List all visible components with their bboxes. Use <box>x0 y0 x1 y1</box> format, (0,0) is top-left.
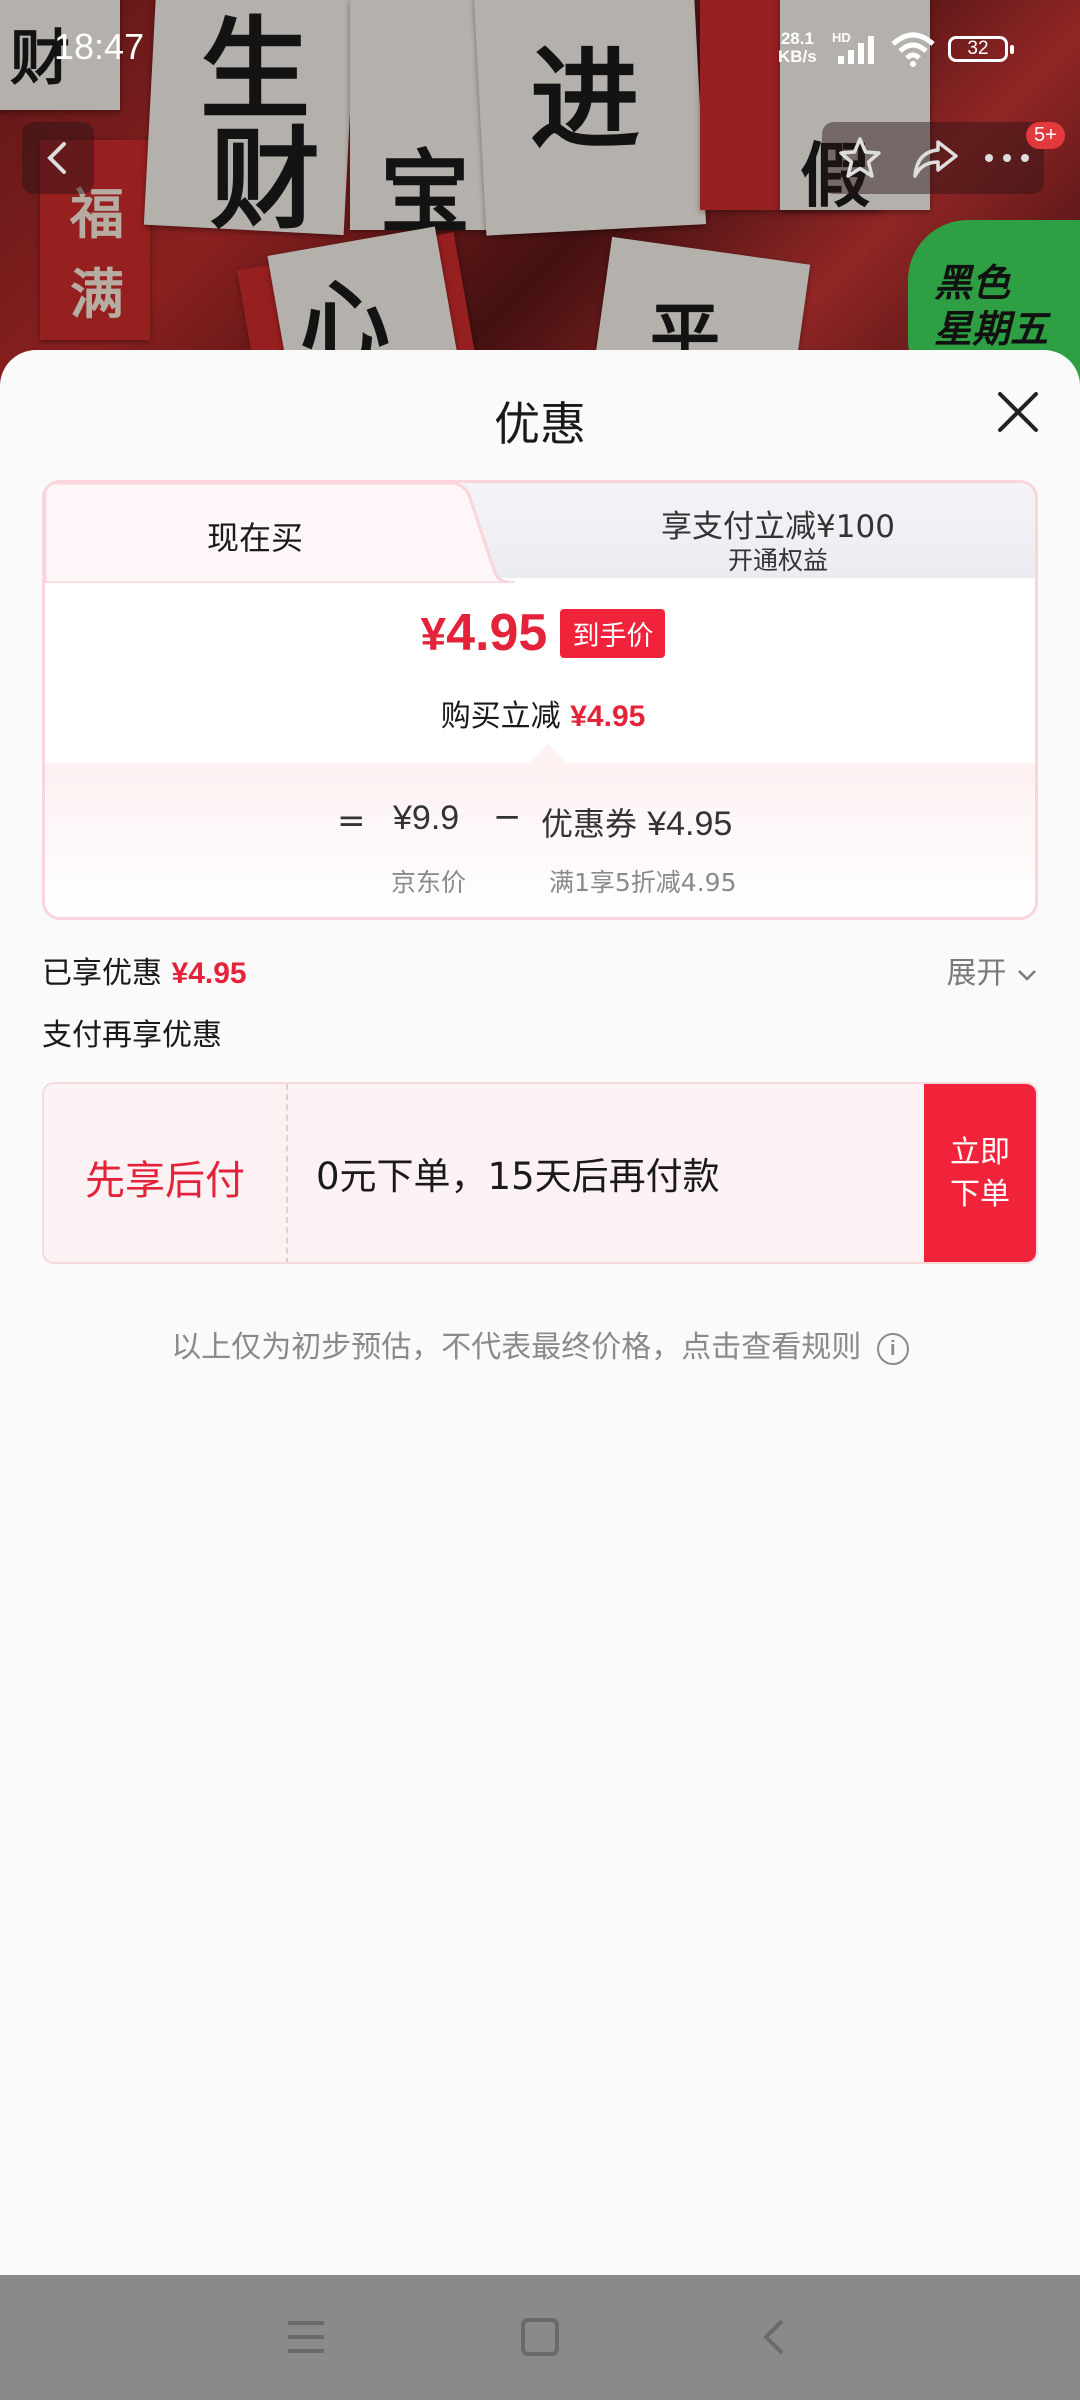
more-icon[interactable] <box>982 148 1032 168</box>
reduce-value: ¥4.95 <box>570 700 646 733</box>
status-time: 18:47 <box>54 26 145 67</box>
battery-indicator: 32 <box>948 36 1014 62</box>
bnpl-desc: 0元下单，15天后再付款 <box>316 1155 720 1198</box>
back-button[interactable] <box>22 122 94 194</box>
jd-price-label: 京东价 <box>391 868 467 897</box>
tab-pay-discount-sub: 开通权益 <box>727 546 828 575</box>
enjoyed-label: 已享优惠 <box>42 956 162 991</box>
jd-price: ¥9.9 <box>393 799 460 837</box>
promo-line-1: 黑色 <box>934 261 1011 305</box>
rules-note[interactable]: 以上仅为初步预估，不代表最终价格，点击查看规则 i <box>0 1322 1080 1366</box>
tab-buy-now-label: 现在买 <box>206 519 303 557</box>
coupon-value: ¥4.95 <box>647 805 733 843</box>
promo-line-2: 星期五 <box>934 307 1049 351</box>
purchase-reduce-row: 购买立减 ¥4.95 <box>45 691 1035 735</box>
speed-value: 28.1 <box>780 29 814 48</box>
final-price-row: ¥4.95 到手价 <box>45 603 1035 663</box>
tab-bar: 现在买 享支付立减¥100 开通权益 <box>45 483 1035 583</box>
expand-button[interactable]: 展开 <box>946 948 1038 992</box>
network-speed: 28.1 KB/s <box>778 30 817 66</box>
chevron-left-icon <box>47 142 66 174</box>
pay-again-title: 支付再享优惠 <box>42 1018 222 1053</box>
star-icon[interactable] <box>836 134 884 182</box>
minus-sign: − <box>493 797 522 837</box>
signal-icon <box>838 36 874 64</box>
discount-sheet: 优惠 现在买 享支付立减¥100 开通权益 ¥4.95 到手价 购买立减 ¥4.… <box>0 350 1080 2275</box>
final-amount: 4.95 <box>446 604 548 662</box>
coupon-amount: 优惠券 ¥4.95 <box>541 799 732 845</box>
order-now-button[interactable]: 立即下单 <box>924 1084 1036 1262</box>
coupon-desc: 满1享5折减4.95 <box>549 868 737 897</box>
equals-sign: = <box>337 801 366 841</box>
reduce-label: 购买立减 <box>440 699 561 734</box>
expand-label: 展开 <box>946 956 1007 991</box>
final-price: ¥4.95 <box>421 603 548 663</box>
enjoyed-value: ¥4.95 <box>171 957 247 990</box>
coupon-label: 优惠券 <box>541 805 638 843</box>
currency-symbol: ¥ <box>420 608 447 660</box>
back-nav-icon[interactable] <box>756 2317 792 2357</box>
price-breakdown: = ¥9.9 − 优惠券 ¥4.95 京东价 满1享5折减4.95 <box>45 743 1035 917</box>
bnpl-card[interactable]: 先享后付 0元下单，15天后再付款 立即下单 <box>42 1082 1038 1264</box>
close-icon[interactable] <box>994 388 1042 436</box>
wifi-icon <box>891 32 935 67</box>
bnpl-title: 先享后付 <box>85 1158 245 1204</box>
status-bar: 18:47 28.1 KB/s HD 32 <box>0 0 1080 100</box>
final-price-tag: 到手价 <box>560 608 666 658</box>
chevron-down-icon <box>1018 969 1036 981</box>
breakdown-notch <box>529 743 567 781</box>
menu-icon[interactable] <box>286 2319 326 2355</box>
home-icon[interactable] <box>520 2317 560 2357</box>
rules-note-text: 以上仅为初步预估，不代表最终价格，点击查看规则 <box>171 1330 862 1365</box>
price-panel: 现在买 享支付立减¥100 开通权益 ¥4.95 到手价 购买立减 ¥4.95 … <box>42 480 1038 920</box>
enjoyed-discount: 已享优惠 ¥4.95 <box>42 948 247 992</box>
tab-pay-discount-label: 享支付立减¥100 <box>661 509 895 545</box>
system-nav-bar <box>0 2275 1080 2400</box>
action-bar <box>822 122 1044 194</box>
order-now-label: 立即下单 <box>950 1135 1010 1212</box>
bnpl-title-block: 先享后付 <box>44 1084 288 1262</box>
info-icon[interactable]: i <box>876 1332 909 1365</box>
message-badge: 5+ <box>1026 122 1065 149</box>
speed-unit: KB/s <box>778 47 817 66</box>
share-icon[interactable] <box>910 134 960 182</box>
sheet-title: 优惠 <box>494 397 586 451</box>
